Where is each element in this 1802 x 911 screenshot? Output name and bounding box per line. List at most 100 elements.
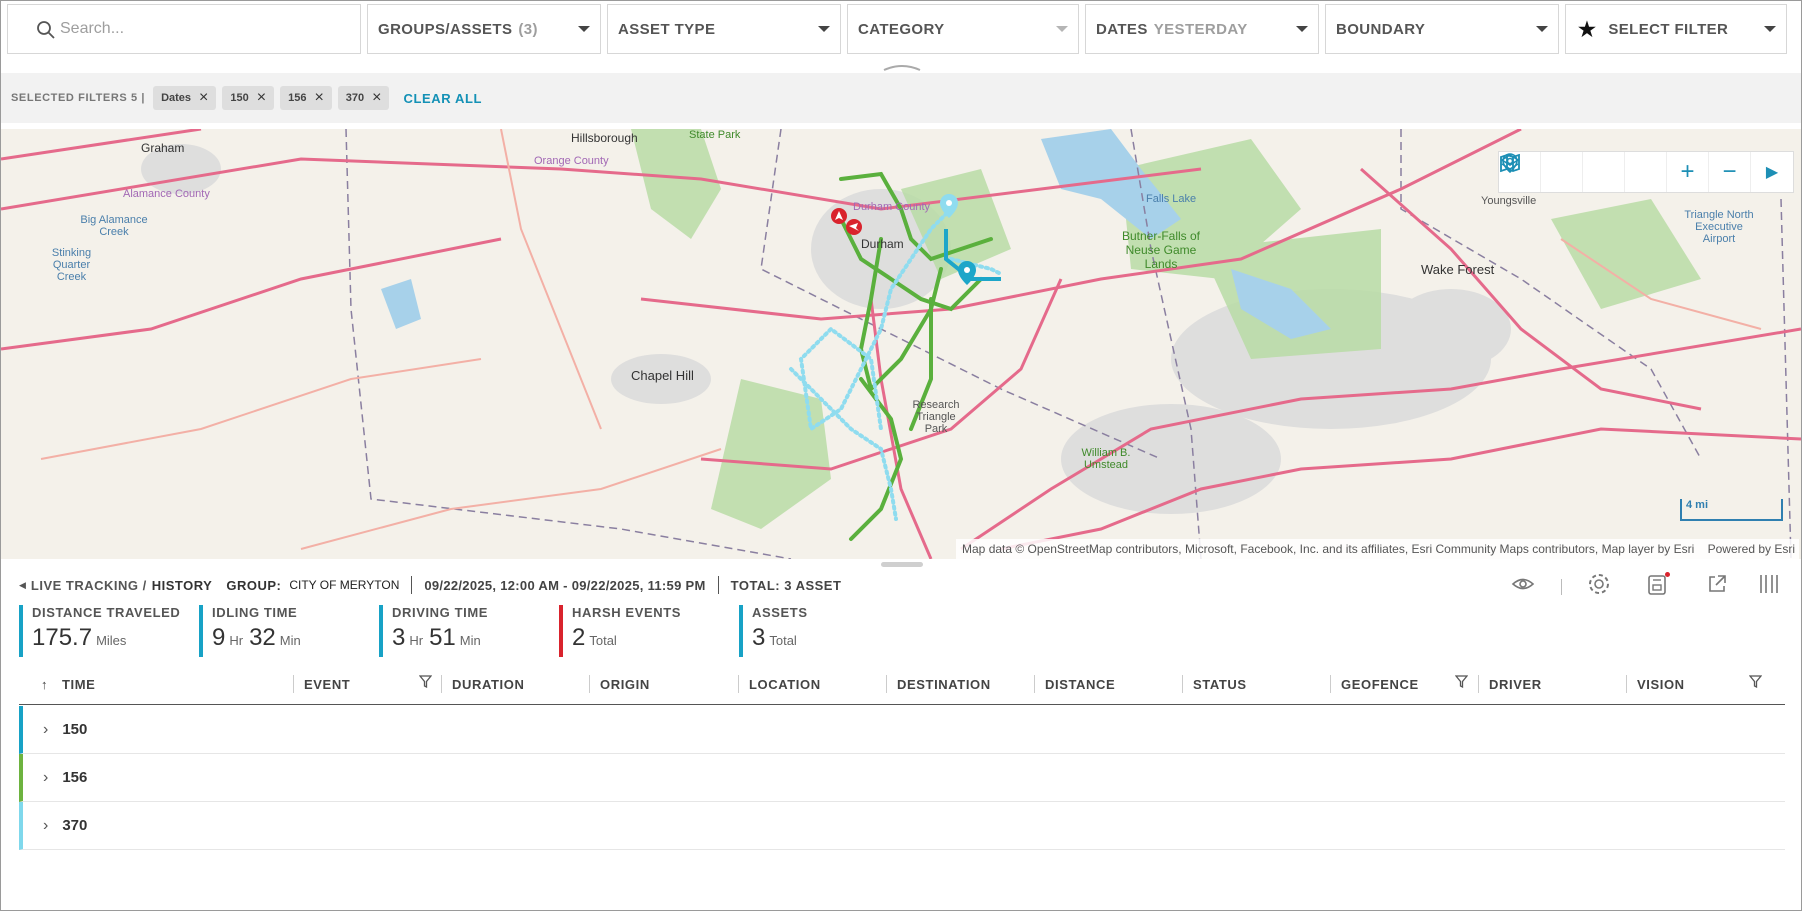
column-divider xyxy=(589,675,590,693)
filter-chip[interactable]: 370 × xyxy=(337,86,390,110)
chevron-down-icon xyxy=(1056,26,1068,32)
place-label: Hillsborough xyxy=(571,131,638,145)
chevron-right-icon[interactable]: › xyxy=(43,817,48,835)
filter-icon[interactable] xyxy=(1748,675,1763,693)
divider xyxy=(411,576,413,594)
column-divider xyxy=(738,675,739,693)
app-window: Search... GROUPS/ASSETS (3) ASSET TYPE C… xyxy=(0,0,1802,911)
search-placeholder: Search... xyxy=(60,20,125,37)
boundary-label: BOUNDARY xyxy=(1336,20,1426,38)
map-attribution: Map data © OpenStreetMap contributors, M… xyxy=(956,539,1799,559)
clear-all-button[interactable]: CLEAR ALL xyxy=(403,91,482,106)
stat-value: 32 xyxy=(249,624,276,651)
column-header-event[interactable]: EVENT xyxy=(293,675,351,693)
sort-asc-icon[interactable]: ↑ xyxy=(41,675,48,693)
play-icon[interactable]: ▶ xyxy=(1751,152,1793,192)
stat-value: 2 xyxy=(572,624,586,651)
place-label: Big Alamance Creek xyxy=(80,214,148,238)
stat-value: 3 xyxy=(392,624,406,651)
table-row-asset-370[interactable]: › 370 xyxy=(19,802,1785,850)
column-label: EVENT xyxy=(304,676,351,692)
column-label: ORIGIN xyxy=(600,676,650,692)
column-divider xyxy=(441,675,442,693)
close-icon[interactable]: × xyxy=(372,90,381,106)
column-label: STATUS xyxy=(1193,676,1247,692)
filter-chip[interactable]: 156 × xyxy=(280,86,332,110)
column-header-destination[interactable]: DESTINATION xyxy=(886,675,991,693)
column-label: GEOFENCE xyxy=(1341,676,1419,692)
column-header-origin[interactable]: ORIGIN xyxy=(589,675,650,693)
place-label: Stinking Quarter Creek xyxy=(51,247,92,283)
stat-unit: Miles xyxy=(96,633,127,648)
column-divider xyxy=(1034,675,1035,693)
history-header: ◀ LIVE TRACKING / HISTORY GROUP: CITY OF… xyxy=(19,575,841,595)
close-icon[interactable]: × xyxy=(257,90,266,106)
stat-title: HARSH EVENTS xyxy=(572,605,682,620)
columns-icon[interactable] xyxy=(1758,573,1780,600)
collapse-filter-handle[interactable] xyxy=(882,59,922,71)
dates-dropdown[interactable]: DATES YESTERDAY xyxy=(1085,4,1319,54)
groups-assets-dropdown[interactable]: GROUPS/ASSETS (3) xyxy=(367,4,601,54)
column-header-vision[interactable]: VISION xyxy=(1626,675,1685,693)
stat-unit: Hr xyxy=(229,633,244,648)
chevron-right-icon[interactable]: › xyxy=(43,721,48,739)
history-actions xyxy=(1511,571,1780,602)
place-label: William B. Umstead xyxy=(1081,447,1131,471)
eye-icon[interactable] xyxy=(1511,572,1535,601)
map-search-icon[interactable] xyxy=(1500,152,1667,192)
filter-chip[interactable]: Dates × xyxy=(153,86,217,110)
column-divider xyxy=(886,675,887,693)
close-icon[interactable]: × xyxy=(314,90,323,106)
asset-name: 156 xyxy=(62,769,88,786)
zoom-out-icon[interactable]: − xyxy=(1709,152,1751,192)
external-link-icon[interactable] xyxy=(1706,573,1728,600)
stat-assets: ASSETS 3 Total xyxy=(739,605,808,657)
selected-filters-bar: SELECTED FILTERS 5 | Dates × 150 × 156 × 37… xyxy=(1,73,1801,123)
gear-icon[interactable] xyxy=(1586,571,1612,602)
stat-value: 3 xyxy=(752,624,766,651)
map-icon[interactable] xyxy=(1500,152,1625,192)
save-report-icon[interactable] xyxy=(1646,572,1670,601)
live-tracking-link[interactable]: LIVE TRACKING / xyxy=(31,578,147,593)
asset-name: 150 xyxy=(62,721,88,738)
chevron-down-icon xyxy=(1536,26,1548,32)
stat-unit: Min xyxy=(459,633,481,648)
column-header-duration[interactable]: DURATION xyxy=(441,675,524,693)
divider xyxy=(1561,578,1562,595)
boundary-dropdown[interactable]: BOUNDARY xyxy=(1325,4,1559,54)
chevron-left-icon[interactable]: ◀ xyxy=(19,580,26,591)
column-header-location[interactable]: LOCATION xyxy=(738,675,821,693)
attribution-text: Map data © OpenStreetMap contributors, M… xyxy=(962,542,1695,556)
dates-label: DATES xyxy=(1096,20,1148,38)
column-header-geofence[interactable]: GEOFENCE xyxy=(1330,675,1419,693)
filter-chip[interactable]: 150 × xyxy=(222,86,275,110)
asset-type-dropdown[interactable]: ASSET TYPE xyxy=(607,4,841,54)
selected-filters-label: SELECTED FILTERS 5 | xyxy=(11,92,146,104)
resize-handle[interactable] xyxy=(881,562,923,567)
layers-icon[interactable] xyxy=(1500,152,1583,192)
column-header-status[interactable]: STATUS xyxy=(1182,675,1247,693)
table-row-asset-150[interactable]: › 150 xyxy=(19,706,1785,754)
column-header-driver[interactable]: DRIVER xyxy=(1478,675,1542,693)
stat-title: ASSETS xyxy=(752,605,808,620)
date-range: 09/22/2025, 12:00 AM - 09/22/2025, 11:59… xyxy=(424,577,706,593)
search-input[interactable]: Search... xyxy=(7,4,361,54)
table-row-asset-156[interactable]: › 156 xyxy=(19,754,1785,802)
total-assets: TOTAL: 3 ASSET xyxy=(730,577,842,593)
chevron-down-icon xyxy=(1296,26,1308,32)
map-view[interactable]: Graham Hillsborough Orange County Alaman… xyxy=(1,129,1801,559)
zoom-in-icon[interactable]: + xyxy=(1667,152,1709,192)
stat-title: IDLING TIME xyxy=(212,605,298,620)
column-header-distance[interactable]: DISTANCE xyxy=(1034,675,1115,693)
category-dropdown[interactable]: CATEGORY xyxy=(847,4,1079,54)
chip-label: 150 xyxy=(230,92,249,104)
column-header-time[interactable]: TIME xyxy=(62,675,95,693)
stat-unit: Min xyxy=(279,633,301,648)
close-icon[interactable]: × xyxy=(199,90,208,106)
stat-driving-time: DRIVING TIME 3 Hr 51 Min xyxy=(379,605,488,657)
chevron-right-icon[interactable]: › xyxy=(43,769,48,787)
column-label: VISION xyxy=(1637,676,1685,692)
select-filter-dropdown[interactable]: ★ SELECT FILTER xyxy=(1565,4,1787,54)
filter-icon[interactable] xyxy=(418,675,433,693)
filter-icon[interactable] xyxy=(1454,675,1469,693)
